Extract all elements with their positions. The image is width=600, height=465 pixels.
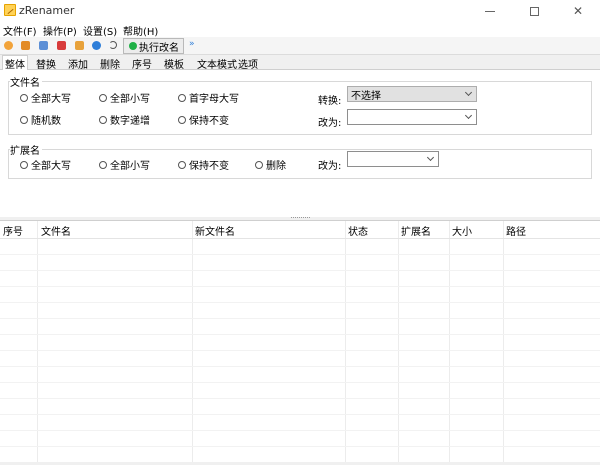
convert-select[interactable]: 不选择 (347, 86, 477, 102)
column-header-new-filename[interactable]: 新文件名 (195, 223, 235, 238)
app-icon (4, 4, 16, 16)
column-divider (449, 221, 450, 463)
option-label: 全部小写 (110, 161, 150, 172)
menu-help[interactable]: 帮助(H) (123, 23, 158, 38)
convert-label: 转换: (318, 96, 342, 107)
tab-delete[interactable]: 删除 (98, 56, 122, 71)
extension-option-upper[interactable]: 全部大写 (20, 157, 71, 172)
column-header-extension[interactable]: 扩展名 (401, 223, 431, 238)
globe-icon[interactable] (92, 41, 101, 50)
filename-option-capitalize[interactable]: 首字母大写 (178, 90, 239, 105)
tab-text-mode[interactable]: 文本模式 (195, 56, 239, 71)
option-label: 删除 (266, 161, 286, 172)
copy-icon[interactable] (39, 41, 48, 50)
row-line (0, 350, 600, 351)
column-divider (398, 221, 399, 463)
extension-change-combobox[interactable] (347, 151, 439, 167)
column-divider (503, 221, 504, 463)
extension-change-label: 改为: (318, 161, 342, 172)
menu-settings[interactable]: 设置(S) (83, 23, 117, 38)
row-line (0, 414, 600, 415)
filename-group (8, 81, 592, 135)
filename-option-upper[interactable]: 全部大写 (20, 90, 71, 105)
option-label: 随机数 (31, 116, 61, 127)
close-icon: ✕ (572, 4, 584, 18)
delete-icon[interactable] (57, 41, 66, 50)
column-header-filename[interactable]: 文件名 (41, 223, 71, 238)
option-label: 保持不变 (189, 116, 229, 127)
option-label: 保持不变 (189, 161, 229, 172)
row-line (0, 382, 600, 383)
row-line (0, 318, 600, 319)
new-icon[interactable] (4, 41, 13, 50)
tab-replace[interactable]: 替换 (34, 56, 58, 71)
window-title: zRenamer (19, 4, 75, 17)
row-line (0, 254, 600, 255)
column-header-path[interactable]: 路径 (506, 223, 526, 238)
option-label: 首字母大写 (189, 94, 239, 105)
menu-file[interactable]: 文件(F) (3, 23, 37, 38)
chevron-down-icon (464, 111, 473, 120)
row-line (0, 302, 600, 303)
image-icon[interactable] (75, 41, 84, 50)
maximize-icon (529, 6, 539, 16)
settings-panel: 文件名 全部大写 全部小写 首字母大写 随机数 数字递增 保持不变 转换: 不选… (0, 70, 600, 217)
tab-bar: 整体 替换 添加 删除 序号 模板 文本模式 选项 (0, 55, 600, 71)
extension-group-title: 扩展名 (10, 142, 42, 157)
column-header-status[interactable]: 状态 (348, 223, 368, 238)
tab-template[interactable]: 模板 (162, 56, 186, 71)
filename-option-keep[interactable]: 保持不变 (178, 112, 229, 127)
file-table: 序号 文件名 新文件名 状态 扩展名 大小 路径 (0, 220, 600, 463)
execute-rename-label: 执行改名 (139, 42, 179, 54)
row-line (0, 270, 600, 271)
minimize-button[interactable] (468, 0, 512, 22)
filename-change-label: 改为: (318, 118, 342, 129)
folder-icon[interactable] (21, 41, 30, 50)
execute-rename-button[interactable]: 执行改名 (123, 38, 184, 54)
menu-operate[interactable]: 操作(P) (43, 23, 77, 38)
row-line (0, 334, 600, 335)
execute-icon (129, 42, 137, 50)
column-divider (192, 221, 193, 463)
row-line (0, 366, 600, 367)
tab-add[interactable]: 添加 (66, 56, 90, 71)
column-divider (345, 221, 346, 463)
toolbar: 执行改名 » (0, 37, 600, 55)
filename-group-title: 文件名 (10, 74, 42, 89)
header-divider (0, 238, 600, 239)
row-line (0, 398, 600, 399)
extension-group (8, 149, 592, 179)
filename-option-random[interactable]: 随机数 (20, 112, 61, 127)
tab-overall[interactable]: 整体 (2, 55, 28, 71)
extension-option-delete[interactable]: 删除 (255, 157, 286, 172)
filename-option-lower[interactable]: 全部小写 (99, 90, 150, 105)
minimize-icon (485, 10, 495, 12)
chevron-down-icon (426, 153, 435, 162)
column-divider (37, 221, 38, 463)
tab-options[interactable]: 选项 (236, 56, 260, 71)
filename-option-increment[interactable]: 数字递增 (99, 112, 150, 127)
title-bar: zRenamer ✕ (0, 0, 600, 22)
column-header-size[interactable]: 大小 (452, 223, 472, 238)
extension-option-keep[interactable]: 保持不变 (178, 157, 229, 172)
undo-icon[interactable] (109, 41, 117, 49)
menu-bar: 文件(F) 操作(P) 设置(S) 帮助(H) (0, 22, 600, 38)
row-line (0, 430, 600, 431)
filename-change-combobox[interactable] (347, 109, 477, 125)
tab-sequence[interactable]: 序号 (130, 56, 154, 71)
convert-select-value: 不选择 (351, 90, 381, 102)
extension-option-lower[interactable]: 全部小写 (99, 157, 150, 172)
row-line (0, 446, 600, 447)
column-header-index[interactable]: 序号 (3, 223, 23, 238)
chevron-down-icon (464, 88, 473, 97)
splitter-grip[interactable] (291, 217, 310, 219)
option-label: 数字递增 (110, 116, 150, 127)
option-label: 全部大写 (31, 161, 71, 172)
row-line (0, 286, 600, 287)
close-button[interactable]: ✕ (556, 0, 600, 22)
option-label: 全部小写 (110, 94, 150, 105)
maximize-button[interactable] (512, 0, 556, 22)
option-label: 全部大写 (31, 94, 71, 105)
arrow-icon[interactable]: » (189, 39, 195, 49)
